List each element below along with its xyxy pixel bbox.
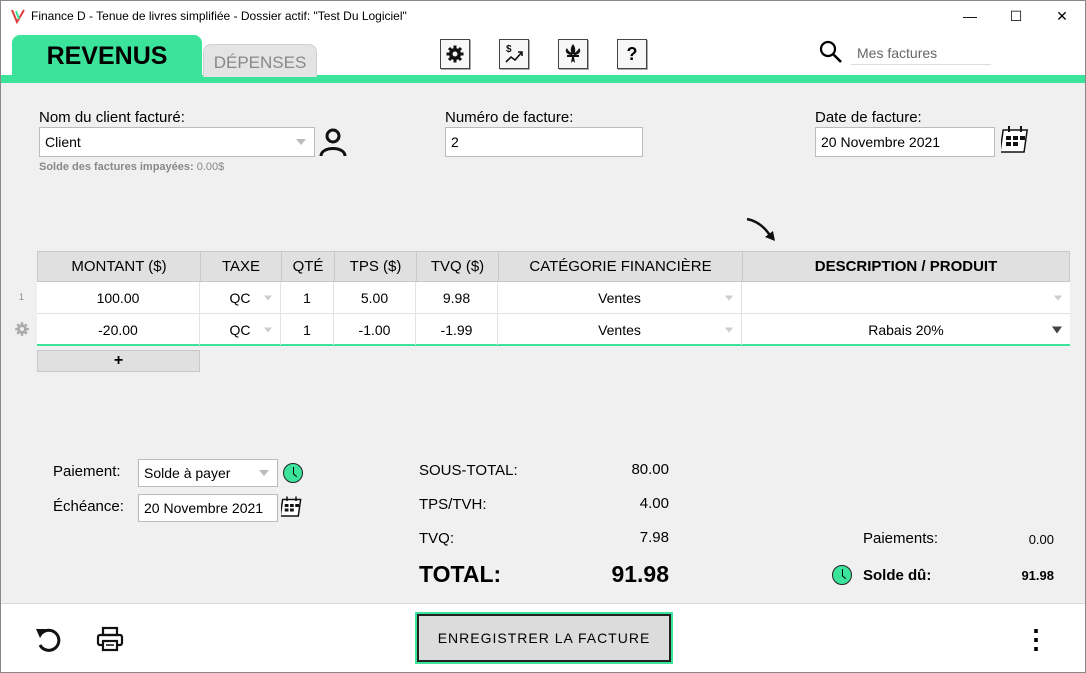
user-icon[interactable]: [319, 127, 347, 157]
svg-text:$: $: [506, 44, 512, 55]
row-settings-gear-icon[interactable]: [14, 321, 30, 337]
client-select-value: Client: [45, 134, 81, 150]
cell-montant[interactable]: -20.00: [37, 314, 200, 345]
tvq-value: 7.98: [639, 529, 669, 546]
chevron-down-icon: [296, 139, 306, 145]
column-header-categorie: CATÉGORIE FINANCIÈRE: [499, 252, 743, 281]
invoice-date-field[interactable]: 20 Novembre 2021: [815, 127, 995, 157]
chevron-down-icon: [725, 327, 733, 332]
unpaid-balance-label: Solde des factures impayées:: [39, 161, 194, 173]
cell-qte[interactable]: 1: [281, 314, 334, 345]
tvq-label: TVQ:: [419, 530, 455, 547]
tps-value: 4.00: [639, 495, 669, 512]
balance-due-label: Solde dû:: [863, 567, 932, 584]
arrow-down-right-icon: [746, 217, 775, 241]
dollar-chart-icon: $: [505, 44, 523, 63]
column-header-tvq: TVQ ($): [417, 252, 499, 281]
add-row-button[interactable]: +: [37, 350, 200, 372]
payments-label: Paiements:: [863, 530, 939, 547]
cell-tvq[interactable]: 9.98: [416, 282, 498, 313]
invoice-number-field[interactable]: 2: [445, 127, 643, 157]
total-value: 91.98: [611, 561, 669, 587]
client-label: Nom du client facturé:: [39, 109, 185, 126]
tab-revenus[interactable]: REVENUS: [12, 35, 202, 77]
cell-tvq[interactable]: -1.99: [416, 314, 498, 345]
chevron-down-icon: [264, 295, 272, 300]
column-header-montant: MONTANT ($): [38, 252, 201, 281]
undo-icon[interactable]: [34, 625, 62, 653]
cell-montant[interactable]: 100.00: [37, 282, 200, 313]
cell-description[interactable]: Rabais 20%: [742, 314, 1070, 345]
invoice-date-label: Date de facture:: [815, 109, 922, 126]
cell-taxe[interactable]: QC: [200, 282, 281, 313]
unpaid-balance-value: 0.00$: [196, 161, 225, 173]
cell-description[interactable]: [742, 282, 1070, 313]
due-date-field[interactable]: 20 Novembre 2021: [138, 494, 278, 522]
cell-categorie[interactable]: Ventes: [498, 314, 742, 345]
cell-taxe-value: QC: [229, 289, 251, 306]
cell-tps[interactable]: 5.00: [334, 282, 416, 313]
minimize-button[interactable]: —: [947, 1, 993, 31]
quebec-button[interactable]: [558, 39, 588, 69]
search-icon[interactable]: [819, 40, 843, 64]
column-header-description: DESCRIPTION / PRODUIT: [814, 258, 998, 275]
chevron-down-icon: [259, 470, 269, 476]
title-bar: Finance D - Tenue de livres simplifiée -…: [1, 1, 1085, 31]
finance-button[interactable]: $: [499, 39, 529, 69]
subtotal-label: SOUS-TOTAL:: [419, 462, 518, 479]
app-window: Finance D - Tenue de livres simplifiée -…: [0, 0, 1086, 673]
subtotal-value: 80.00: [631, 461, 669, 478]
app-logo-icon: [11, 9, 25, 24]
print-icon[interactable]: [96, 626, 124, 652]
column-header-tps: TPS ($): [335, 252, 417, 281]
column-header-taxe: TAXE: [201, 252, 282, 281]
calendar-icon[interactable]: [1001, 124, 1033, 156]
maximize-button[interactable]: ☐: [993, 1, 1039, 31]
save-invoice-button[interactable]: ENREGISTRER LA FACTURE: [417, 614, 671, 662]
cell-tps[interactable]: -1.00: [334, 314, 416, 345]
row-number: 1: [19, 292, 25, 302]
table-row: -20.00 QC 1 -1.00 -1.99 Ventes Rabais 20…: [37, 314, 1070, 346]
client-select[interactable]: Client: [39, 127, 315, 157]
close-button[interactable]: ✕: [1039, 1, 1085, 31]
table-header: MONTANT ($) TAXE QTÉ TPS ($) TVQ ($) CAT…: [37, 251, 1070, 282]
help-button[interactable]: ?: [617, 39, 647, 69]
more-options-button[interactable]: ⋮: [1023, 623, 1049, 655]
balance-clock-icon: [832, 565, 852, 585]
total-label: TOTAL:: [419, 561, 502, 587]
invoice-number-label: Numéro de facture:: [445, 109, 574, 126]
payments-value: 0.00: [1028, 532, 1054, 547]
due-date-label: Échéance:: [53, 498, 124, 515]
fleur-de-lis-icon: [565, 44, 581, 63]
cell-taxe[interactable]: QC: [200, 314, 281, 345]
cell-categorie[interactable]: Ventes: [498, 282, 742, 313]
column-header-qte: QTÉ: [282, 252, 335, 281]
cell-qte[interactable]: 1: [281, 282, 334, 313]
unpaid-balance-note: Solde des factures impayées: 0.00$: [39, 161, 224, 173]
cell-taxe-value: QC: [229, 321, 251, 338]
chevron-down-icon: [725, 295, 733, 300]
window-title: Finance D - Tenue de livres simplifiée -…: [31, 9, 407, 23]
payment-select[interactable]: Solde à payer: [138, 459, 278, 487]
cell-categorie-value: Ventes: [598, 321, 641, 338]
chevron-down-icon: [264, 327, 272, 332]
payment-label: Paiement:: [53, 463, 121, 480]
table-row: 100.00 QC 1 5.00 9.98 Ventes: [37, 282, 1070, 314]
due-calendar-icon[interactable]: [281, 495, 305, 519]
gear-icon: [446, 45, 464, 63]
tps-label: TPS/TVH:: [419, 496, 487, 513]
tab-depenses[interactable]: DÉPENSES: [203, 44, 317, 77]
clock-icon[interactable]: [283, 463, 303, 483]
cell-categorie-value: Ventes: [598, 289, 641, 306]
chevron-down-icon: [1054, 295, 1062, 300]
cell-description-value: Rabais 20%: [868, 321, 944, 338]
payment-select-value: Solde à payer: [144, 465, 231, 481]
chevron-down-icon: [1052, 326, 1062, 333]
balance-due-value: 91.98: [1021, 568, 1054, 583]
settings-button[interactable]: [440, 39, 470, 69]
search-input[interactable]: [851, 41, 991, 65]
